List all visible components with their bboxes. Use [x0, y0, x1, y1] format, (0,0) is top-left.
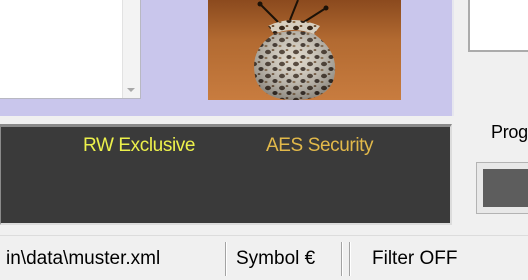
item-list-box[interactable]: [0, 0, 141, 99]
application-window: RW Exclusive AES Security Prog in\data\m…: [0, 0, 528, 280]
status-symbol: Symbol €: [236, 248, 316, 269]
progress-bar: [476, 162, 528, 214]
status-separator: [225, 242, 227, 276]
chevron-down-icon[interactable]: [127, 88, 135, 92]
banner-exclusive-label: RW Exclusive: [83, 135, 196, 156]
progress-fill: [483, 169, 528, 207]
product-image: [208, 0, 401, 100]
status-bar: in\data\muster.xml Symbol € Filter OFF: [0, 235, 528, 280]
feature-banner: RW Exclusive AES Security: [0, 124, 452, 225]
status-separator: [341, 242, 343, 276]
right-content-box: [468, 0, 528, 52]
status-separator: [349, 242, 351, 276]
status-file-path: in\data\muster.xml: [6, 248, 161, 269]
banner-security-label: AES Security: [266, 135, 374, 156]
list-scrollbar[interactable]: [122, 0, 140, 98]
status-filter: Filter OFF: [372, 248, 458, 269]
main-panel: [0, 0, 454, 116]
progress-label: Prog: [491, 122, 528, 142]
right-panel: Prog: [454, 0, 528, 230]
leopard-pouch-illustration: [254, 0, 336, 100]
